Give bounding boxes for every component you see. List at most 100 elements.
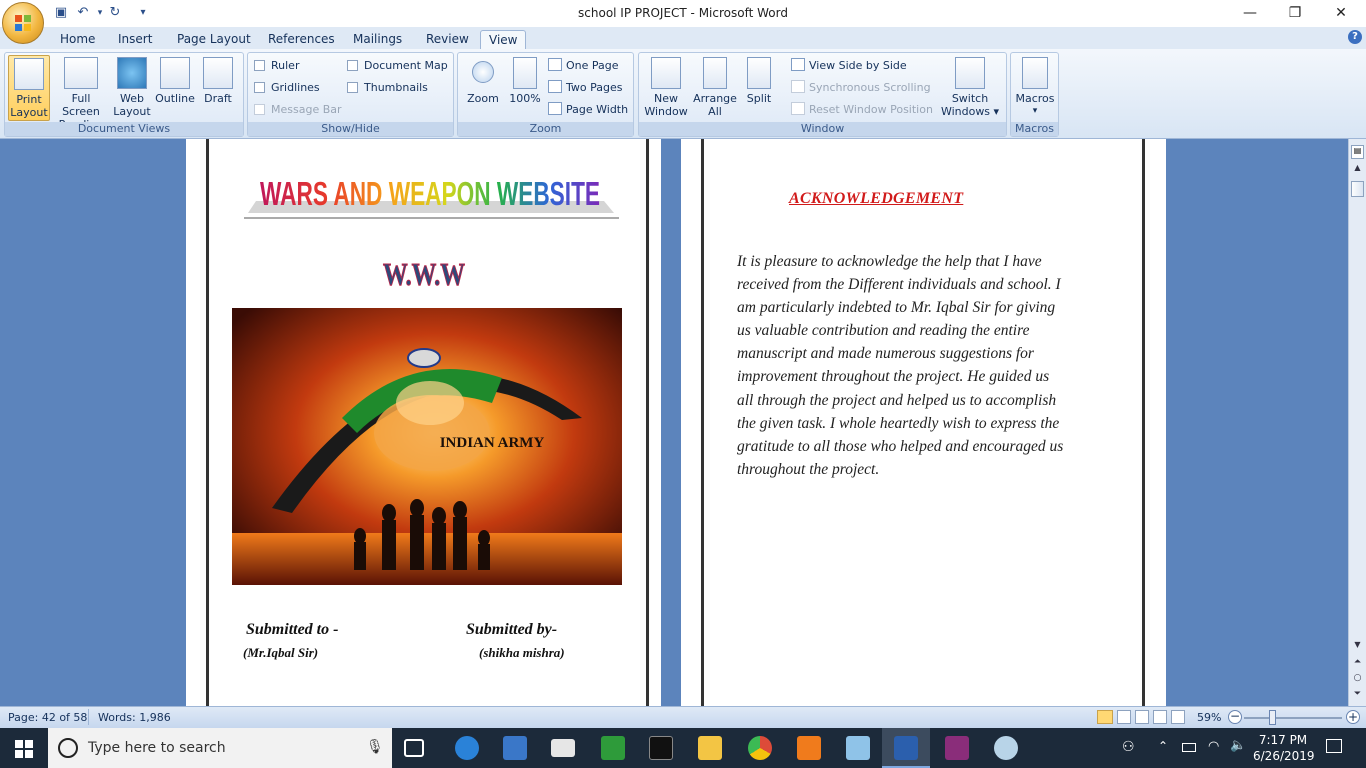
help-icon[interactable]: ? [1348,30,1362,44]
web-layout-view-icon[interactable] [1135,710,1149,724]
close-button[interactable]: ✕ [1318,0,1364,27]
print-layout-view-icon[interactable] [1097,710,1113,724]
office-button[interactable] [2,2,44,44]
arrange-all-button[interactable]: Arrange All [691,55,739,118]
switch-windows-button[interactable]: Switch Windows ▾ [939,55,1001,118]
store-icon[interactable] [503,736,527,760]
document-map-checkbox[interactable]: Document Map [347,57,448,75]
action-center-icon[interactable] [1326,739,1342,753]
web-layout-button[interactable]: Web Layout [112,55,152,118]
title-bar: ▣ ↶ ▾ ↻ ▾ school IP PROJECT - Microsoft … [0,0,1366,27]
people-icon[interactable]: ⚇ [1122,739,1135,755]
tab-references[interactable]: References [260,30,343,49]
zoom-slider-thumb[interactable] [1269,710,1276,725]
scroll-thumb[interactable] [1351,181,1364,197]
ribbon-tabs: Home Insert Page Layout References Maili… [0,27,1366,49]
edge-icon[interactable] [455,736,479,760]
two-pages-button[interactable]: Two Pages [548,79,622,97]
macros-button[interactable]: Macros ▾ [1014,55,1056,118]
new-window-button[interactable]: New Window [642,55,690,118]
tab-insert[interactable]: Insert [110,30,160,49]
split-label: Split [746,92,772,105]
minimize-button[interactable]: — [1227,0,1273,27]
group-zoom: Zoom 100% One Page Two Pages Page Width … [457,52,634,137]
mail-icon[interactable] [551,739,575,757]
file-explorer-icon[interactable] [698,736,722,760]
zoom-100-button[interactable]: 100% [506,55,544,105]
clock-date[interactable]: 6/26/2019 [1253,749,1315,763]
ruler-toggle-icon[interactable]: ▤ [1351,145,1364,159]
tab-home[interactable]: Home [52,30,103,49]
group-label-macros: Macros [1011,122,1058,136]
one-page-button[interactable]: One Page [548,57,619,75]
next-page-icon[interactable]: ⏷ [1351,689,1364,703]
outline-button[interactable]: Outline [153,55,197,105]
notepad-icon[interactable] [846,736,870,760]
full-screen-view-icon[interactable] [1117,710,1131,724]
new-label: New [654,92,678,105]
page-cover[interactable]: WARS AND WEAPON WEBSITE W.W.W INDIAN ARM… [186,139,661,706]
outline-view-icon[interactable] [1153,710,1167,724]
winrar-icon[interactable] [945,736,969,760]
restore-button[interactable]: ❐ [1272,0,1318,27]
draft-button[interactable]: Draft [200,55,236,105]
split-button[interactable]: Split [741,55,777,105]
reset-position-label: Reset Window Position [809,103,933,116]
print-layout-button[interactable]: Print Layout [8,55,50,121]
web-label: Web [120,92,144,105]
wifi-icon[interactable]: ◠ [1208,739,1219,754]
submitted-to-label: Submitted to - [246,621,339,638]
reset-window-position-button[interactable]: Reset Window Position [791,101,933,119]
tab-page-layout[interactable]: Page Layout [169,30,259,49]
terminal-icon[interactable] [649,736,673,760]
message-bar-checkbox[interactable]: Message Bar [254,101,342,119]
macros-label: Macros [1015,92,1055,105]
zoom-slider-track[interactable] [1244,717,1342,719]
arrange-label: Arrange [693,92,737,105]
volume-icon[interactable]: 🔈 [1230,738,1246,753]
message-bar-label: Message Bar [271,103,342,116]
windows-start-icon[interactable] [15,740,33,758]
office-logo-icon [15,15,31,31]
view-side-by-side-button[interactable]: View Side by Side [791,57,907,75]
synchronous-scrolling-button[interactable]: Synchronous Scrolling [791,79,931,97]
battery-icon[interactable] [1182,743,1196,752]
scroll-up-icon[interactable]: ▲ [1351,163,1364,177]
tab-mailings[interactable]: Mailings [345,30,410,49]
search-box[interactable]: Type here to search 🎙 [48,728,392,768]
word-taskbar-button[interactable] [882,728,930,768]
gridlines-checkbox[interactable]: Gridlines [254,79,320,97]
ruler-check-icon [254,60,265,71]
tab-review[interactable]: Review [418,30,477,49]
page-acknowledgement[interactable]: ACKNOWLEDGEMENT It is pleasure to acknow… [681,139,1166,706]
thumbnails-checkbox[interactable]: Thumbnails [347,79,428,97]
show-hidden-icons[interactable]: ⌃ [1158,739,1168,753]
vertical-scrollbar[interactable]: ▤ ▲ ▼ ⏶ ○ ⏷ [1348,139,1366,706]
zoom-level[interactable]: 59% [1197,711,1221,724]
sync-scroll-icon [791,80,805,93]
xampp-icon[interactable] [797,736,821,760]
full-screen-reading-button[interactable]: Full Screen Reading [52,55,110,131]
document-area[interactable]: WARS AND WEAPON WEBSITE W.W.W INDIAN ARM… [0,139,1348,706]
select-browse-object-icon[interactable]: ○ [1351,673,1364,687]
task-view-icon[interactable] [404,739,424,757]
previous-page-icon[interactable]: ⏶ [1351,657,1364,671]
paint-icon[interactable] [994,736,1018,760]
microphone-icon[interactable]: 🎙 [366,739,384,755]
clock-time[interactable]: 7:17 PM [1257,733,1309,747]
zoom-out-icon[interactable]: − [1228,710,1242,724]
zoom-button[interactable]: Zoom [463,55,503,105]
ack-line: throughout the project. [737,460,880,478]
word-count[interactable]: Words: 1,986 [98,711,171,724]
draft-view-icon[interactable] [1171,710,1185,724]
page-count[interactable]: Page: 42 of 58 [8,711,87,724]
chrome-icon[interactable] [748,736,772,760]
ack-line: manuscript and made numerous suggestions… [737,345,1034,363]
page-width-button[interactable]: Page Width [548,101,628,119]
ack-line: us valuable contribution and reading the… [737,322,1030,340]
scroll-down-icon[interactable]: ▼ [1351,640,1364,654]
hotspot-app-icon[interactable] [601,736,625,760]
ruler-checkbox[interactable]: Ruler [254,57,299,75]
zoom-in-icon[interactable]: + [1346,710,1360,724]
tab-view[interactable]: View [480,30,527,49]
